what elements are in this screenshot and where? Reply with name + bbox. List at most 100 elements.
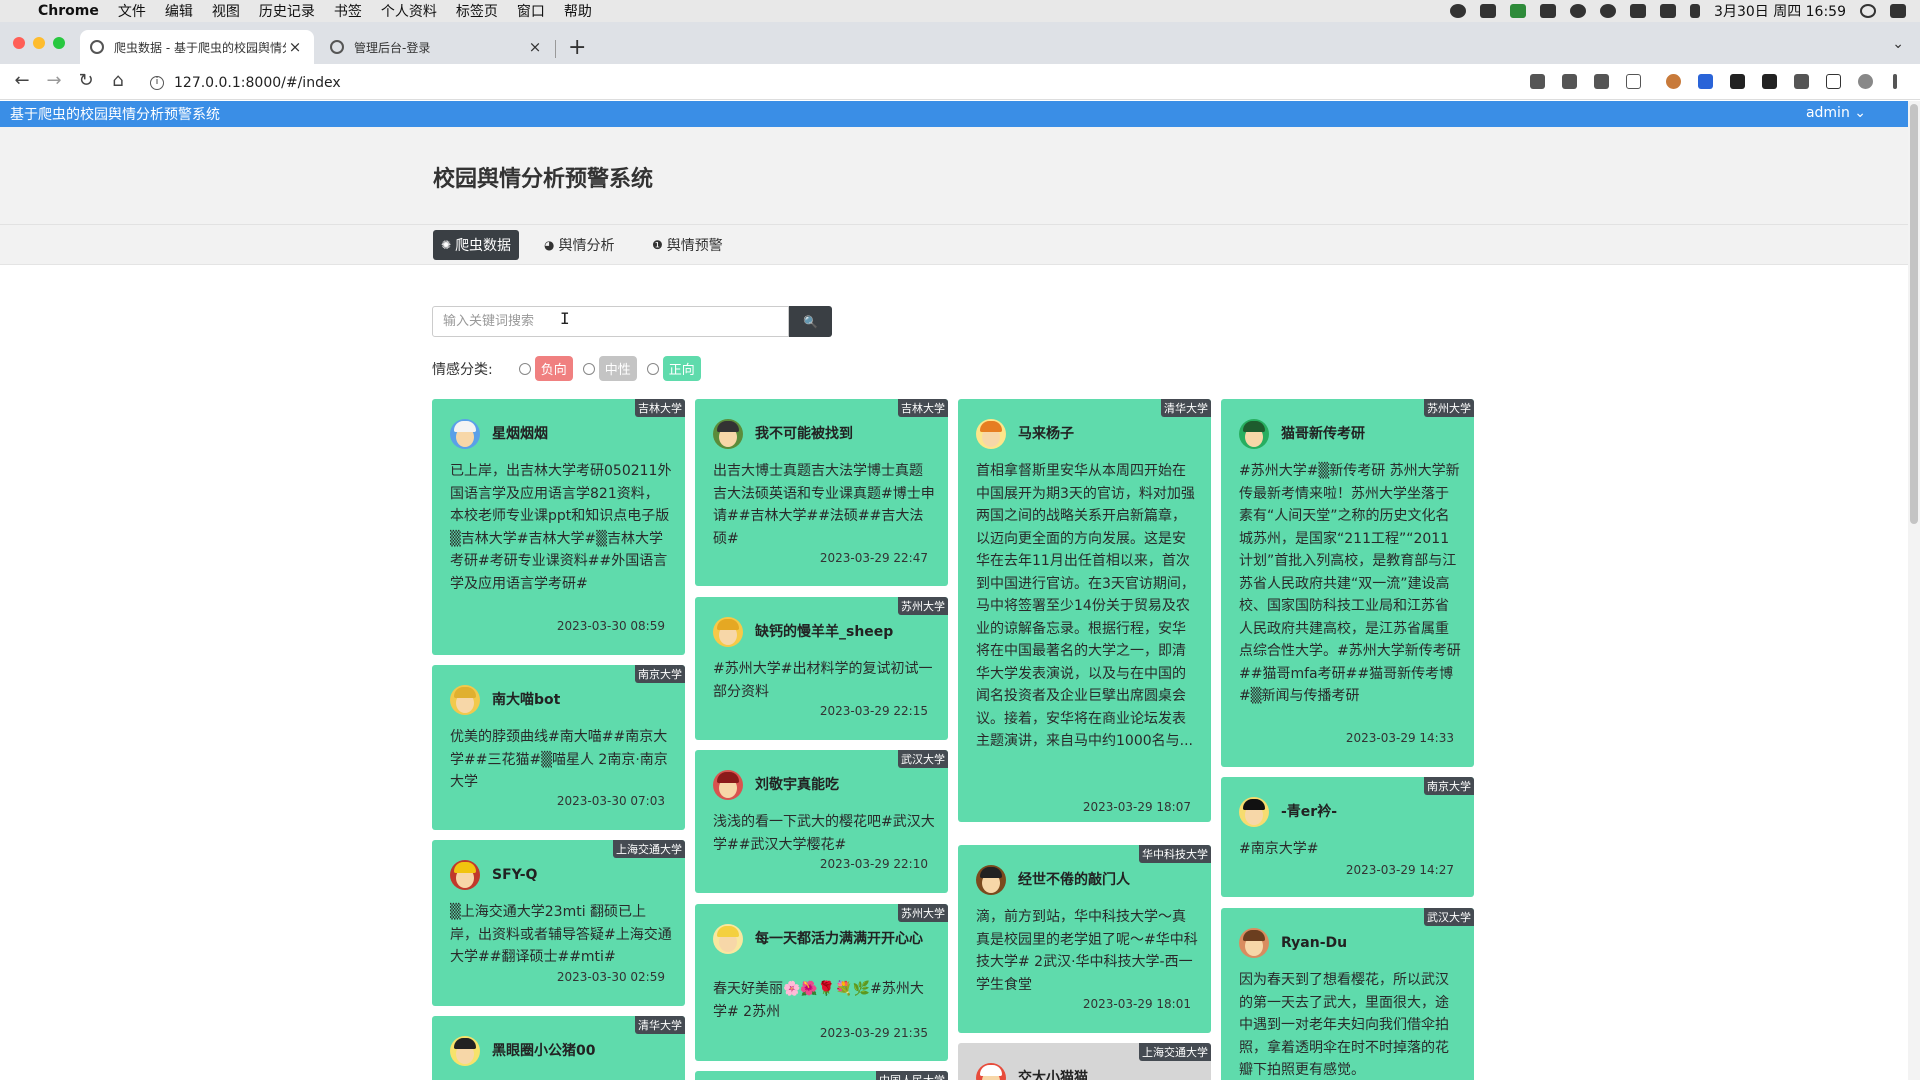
post-card[interactable]: 清华大学 黑眼圈小公猪00 [432,1016,685,1080]
post-card[interactable]: 清华大学 马来杨子 首相拿督斯里安华从本周四开始在中国展开为期3天的官访，料对加… [958,399,1211,822]
reload-button[interactable]: ↻ [74,70,98,91]
tag-neutral[interactable]: 中性 [598,356,637,381]
radio-positive[interactable] [646,362,659,375]
post-card[interactable]: 南京大学 南大喵bot 优美的脖颈曲线#南大喵##南京大学##三花猫#▒喵星人 … [432,665,685,830]
menu-file[interactable]: 文件 [118,1,146,21]
menu-profile[interactable]: 个人资料 [381,1,437,21]
scrollbar-thumb[interactable] [1910,104,1918,524]
app-header-bar: 基于爬虫的校园舆情分析预警系统 admin ⌄ [0,101,1910,127]
wechat-icon[interactable] [1630,4,1647,18]
chevron-down-icon[interactable]: ⌄ [1892,36,1904,52]
control-center-icon[interactable] [1890,4,1906,18]
nav-sentiment-warning[interactable]: ❶ 舆情预警 [644,230,731,260]
post-card[interactable]: 苏州大学 每一天都活力满满开开心心 春天好美丽🌸🌺🌹💐🌿#苏州大学# 2苏州 2… [695,904,948,1061]
address-bar[interactable]: i 127.0.0.1:8000/#/index [140,69,1510,96]
back-button[interactable]: ← [10,70,34,91]
post-card[interactable]: 中国人民大学 [695,1071,948,1080]
post-card[interactable]: 武汉大学 刘敬宇真能吃 浅浅的看一下武大的樱花吧#武汉大学##武汉大学樱花# 2… [695,750,948,893]
zoom-window-icon[interactable] [53,37,65,49]
avatar [976,419,1006,449]
extension-icon[interactable] [1666,74,1681,89]
author-name: 马来杨子 [1018,426,1074,442]
tab-admin-login[interactable]: 管理后台-登录 × [320,30,554,64]
bookmark-star-icon[interactable] [1626,74,1641,89]
chat-icon[interactable] [1600,4,1617,18]
close-icon[interactable]: × [526,38,544,56]
school-badge: 南京大学 [1424,777,1474,795]
menu-bookmarks[interactable]: 书签 [334,1,362,21]
extension-icon[interactable] [1730,74,1745,89]
spotlight-icon[interactable] [1860,4,1876,18]
menu-view[interactable]: 视图 [212,1,240,21]
extension-icon[interactable] [1762,74,1777,89]
radio-negative[interactable] [518,362,531,375]
input-method-icon[interactable] [1660,4,1677,18]
card-header: 每一天都活力满满开开心心 [713,924,935,954]
more-menu-icon[interactable] [1893,74,1897,89]
side-panel-icon[interactable] [1826,74,1841,89]
search-input[interactable] [432,306,789,337]
author-name: 黑眼圈小公猪00 [492,1043,596,1059]
post-date: 2023-03-29 22:15 [819,704,928,718]
post-card[interactable]: 苏州大学 缺钙的慢羊羊_sheep #苏州大学#出材料学的复试初试一部分资料 2… [695,597,948,740]
nav-crawler-data[interactable]: ✺ 爬虫数据 [433,230,520,260]
share-icon[interactable] [1594,74,1609,89]
volume-icon[interactable] [1690,4,1701,18]
profile-avatar-icon[interactable] [1858,74,1873,89]
post-date: 2023-03-29 22:47 [819,551,928,565]
translate-icon[interactable] [1562,74,1577,89]
close-icon[interactable]: × [286,38,304,56]
post-card[interactable]: 武汉大学 Ryan-Du 因为春天到了想看樱花，所以武汉的第一天去了武大，里面很… [1221,908,1474,1080]
app-title[interactable]: 基于爬虫的校园舆情分析预警系统 [10,104,220,124]
post-card[interactable]: 上海交通大学 SFY-Q ▒上海交通大学23mti 翻硕已上岸，出资料或者辅导答… [432,840,685,1006]
avatar [976,865,1006,895]
menu-history[interactable]: 历史记录 [259,1,315,21]
forward-button[interactable]: → [42,70,66,91]
menu-window[interactable]: 窗口 [517,1,545,21]
avatar [450,1036,480,1066]
close-window-icon[interactable] [13,37,25,49]
clock[interactable]: 3月30日 周四 16:59 [1714,1,1846,21]
school-badge: 上海交通大学 [1139,1043,1211,1061]
post-card[interactable]: 华中科技大学 经世不倦的敲门人 滴，前方到站，华中科技大学～真真是校园里的老学姐… [958,845,1211,1033]
avatar [1239,797,1269,827]
globe-icon[interactable] [1570,4,1587,18]
author-name: Ryan-Du [1281,935,1348,951]
chrome-tabstrip: 爬虫数据 - 基于爬虫的校园舆情分析 × 管理后台-登录 × + ⌄ [0,22,1920,64]
mountain-icon[interactable] [1540,4,1557,18]
menu-tabs[interactable]: 标签页 [456,1,498,21]
menu-help[interactable]: 帮助 [564,1,592,21]
minimize-window-icon[interactable] [33,37,45,49]
menu-edit[interactable]: 编辑 [165,1,193,21]
post-card[interactable]: 吉林大学 我不可能被找到 出吉大博士真题吉大法学博士真题吉大法硕英语和专业课真题… [695,399,948,586]
puzzle-icon[interactable] [1794,74,1809,89]
key-icon[interactable] [1530,74,1545,89]
post-card[interactable]: 南京大学 -青er衿- #南京大学# 2023-03-29 14:27 [1221,777,1474,897]
school-badge: 上海交通大学 [613,840,685,858]
signal-icon[interactable] [1510,4,1527,18]
post-content: 滴，前方到站，华中科技大学～真真是校园里的老学姐了呢～#华中科技大学# 2武汉·… [976,909,1198,993]
w-icon[interactable] [1480,4,1497,18]
menu-app-name[interactable]: Chrome [38,3,99,19]
search-button[interactable]: 🔍 [789,306,832,337]
globe-icon [90,40,104,54]
avatar [450,685,480,715]
post-card[interactable]: 苏州大学 猫哥新传考研 #苏州大学#▒新传考研 苏州大学新传最新考情来啦！苏州大… [1221,399,1474,767]
tab-active[interactable]: 爬虫数据 - 基于爬虫的校园舆情分析 × [80,30,314,64]
post-card[interactable]: 上海交通大学 交大小猫猫 [958,1043,1211,1080]
pie-chart-icon: ◕ [544,238,555,252]
extension-icon[interactable] [1698,74,1713,89]
record-icon[interactable] [1450,4,1467,18]
info-icon[interactable]: i [150,75,164,90]
page-banner: 校园舆情分析预警系统 [0,127,1908,225]
search-bar: 🔍 [432,306,832,337]
author-name: 南大喵bot [492,692,561,708]
post-card[interactable]: 吉林大学 星烟烟烟 已上岸，出吉林大学考研050211外国语言学及应用语言学82… [432,399,685,655]
tag-positive[interactable]: 正向 [662,356,701,381]
nav-sentiment-analysis[interactable]: ◕ 舆情分析 [536,230,622,260]
new-tab-button[interactable]: + [568,35,586,60]
radio-neutral[interactable] [582,362,595,375]
tag-negative[interactable]: 负向 [534,356,573,381]
user-menu[interactable]: admin ⌄ [1806,105,1866,121]
home-button[interactable]: ⌂ [106,70,130,91]
